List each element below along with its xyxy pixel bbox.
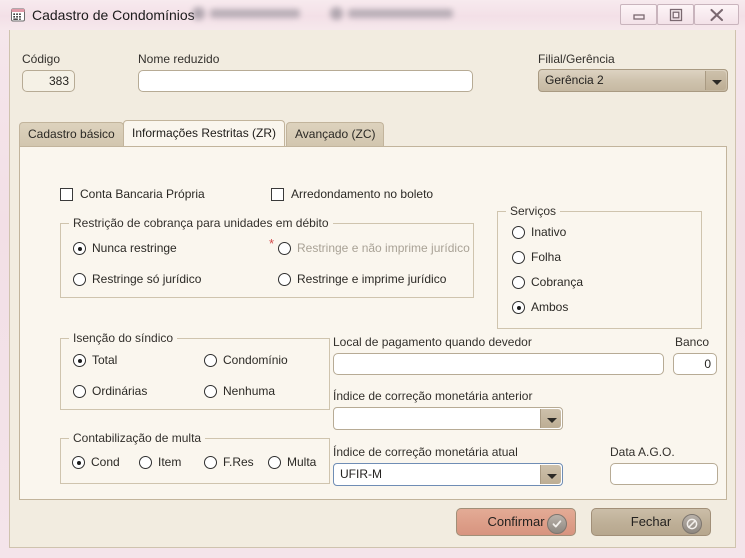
groupbox-title: Serviços	[506, 204, 561, 218]
indice-anterior-select[interactable]	[333, 407, 563, 430]
indice-atual-label: Índice de correção monetária atual	[333, 445, 518, 459]
tab-label: Informações Restritas (ZR)	[132, 126, 277, 140]
redacted-titlebar-item-1	[192, 4, 307, 24]
required-marker-icon: *	[269, 236, 275, 251]
title-bar[interactable]: Cadastro de Condomínios	[0, 0, 745, 30]
radio-label: Restringe só jurídico	[92, 272, 202, 286]
radio-label: Restringe e não imprime jurídico	[297, 241, 470, 255]
nome-reduzido-input[interactable]	[138, 70, 473, 92]
grid-app-icon	[10, 7, 26, 23]
radio-circle	[72, 456, 85, 469]
radio-circle	[204, 456, 217, 469]
check-circle-icon	[547, 514, 567, 534]
tab-avancado[interactable]: Avançado (ZC)	[286, 122, 385, 146]
radio-circle	[278, 273, 291, 286]
radio-circle	[512, 226, 525, 239]
radio-circle	[139, 456, 152, 469]
groupbox-restricao-cobranca: Restrição de cobrança para unidades em d…	[60, 216, 474, 298]
groupbox-isencao-sindico: Isenção do síndico Total Condomínio Ordi…	[60, 331, 330, 410]
banco-input[interactable]	[673, 353, 717, 375]
groupbox-title: Isenção do síndico	[69, 331, 178, 345]
dialog-client-area: Código Nome reduzido Filial/Gerência Ger…	[9, 30, 736, 548]
confirmar-button[interactable]: Confirmar	[456, 508, 576, 536]
radio-label: Total	[92, 353, 118, 367]
radio-circle	[73, 354, 86, 367]
radio-circle	[512, 276, 525, 289]
tab-informacoes-restritas[interactable]: Informações Restritas (ZR)	[123, 120, 286, 146]
radio-label: Inativo	[531, 225, 567, 239]
radio-label: Multa	[287, 455, 317, 469]
redacted-titlebar-item-2	[330, 4, 460, 24]
banco-label: Banco	[675, 335, 710, 349]
radio-label: Nenhuma	[223, 384, 276, 398]
chevron-down-icon[interactable]	[705, 71, 726, 90]
codigo-label: Código	[22, 52, 61, 66]
tab-label: Avançado (ZC)	[295, 127, 376, 141]
groupbox-title: Contabilização de multa	[69, 431, 206, 445]
checkbox-label: Arredondamento no boleto	[291, 187, 434, 201]
indice-anterior-label: Índice de correção monetária anterior	[333, 389, 533, 403]
radio-circle	[512, 301, 525, 314]
no-entry-icon	[682, 514, 702, 534]
codigo-input[interactable]	[22, 70, 75, 92]
tab-cadastro-basico[interactable]: Cadastro básico	[19, 122, 124, 146]
radio-label: Folha	[531, 250, 562, 264]
confirmar-label: Confirmar	[487, 514, 545, 529]
radio-circle	[278, 242, 291, 255]
checkbox-box	[271, 188, 284, 201]
groupbox-servicos: Serviços Inativo Folha Cobrança Ambos	[497, 204, 702, 329]
indice-atual-select[interactable]: UFIR-M	[333, 463, 563, 486]
radio-circle	[204, 385, 217, 398]
data-ago-label: Data A.G.O.	[610, 445, 675, 459]
tab-label: Cadastro básico	[28, 127, 115, 141]
nome-reduzido-label: Nome reduzido	[138, 52, 220, 66]
radio-label: Nunca restringe	[92, 241, 177, 255]
filial-gerencia-select[interactable]: Gerência 2	[538, 69, 728, 92]
radio-circle	[512, 251, 525, 264]
radio-circle	[268, 456, 281, 469]
fechar-label: Fechar	[630, 514, 672, 529]
groupbox-title: Restrição de cobrança para unidades em d…	[69, 216, 333, 230]
local-pagamento-input[interactable]	[333, 353, 664, 375]
radio-label: Ordinárias	[92, 384, 148, 398]
radio-circle	[73, 242, 86, 255]
window-title: Cadastro de Condomínios	[32, 7, 195, 23]
tab-panel-informacoes-restritas: Conta Bancaria Própria Arredondamento no…	[19, 146, 727, 500]
indice-atual-value: UFIR-M	[340, 467, 382, 481]
radio-circle	[204, 354, 217, 367]
radio-label: F.Res	[223, 455, 254, 469]
radio-label: Item	[158, 455, 182, 469]
close-icon[interactable]	[694, 4, 739, 25]
radio-label: Cobrança	[531, 275, 584, 289]
restore-icon[interactable]	[657, 4, 694, 25]
radio-circle	[73, 385, 86, 398]
data-ago-input[interactable]	[610, 463, 718, 485]
filial-gerencia-label: Filial/Gerência	[538, 52, 615, 66]
minimize-icon[interactable]	[620, 4, 657, 25]
radio-label: Ambos	[531, 300, 569, 314]
radio-circle	[73, 273, 86, 286]
checkbox-label: Conta Bancaria Própria	[80, 187, 205, 201]
checkbox-box	[60, 188, 73, 201]
radio-label: Cond	[91, 455, 120, 469]
chevron-down-icon[interactable]	[540, 465, 561, 484]
local-pagamento-label: Local de pagamento quando devedor	[333, 335, 532, 349]
radio-label: Restringe e imprime jurídico	[297, 272, 447, 286]
application-window: Cadastro de Condomínios Código Nome redu…	[0, 0, 745, 558]
radio-label: Condomínio	[223, 353, 288, 367]
chevron-down-icon[interactable]	[540, 409, 561, 428]
filial-gerencia-value: Gerência 2	[545, 73, 604, 87]
groupbox-contabilizacao-multa: Contabilização de multa Cond Item F.Res …	[60, 431, 330, 484]
fechar-button[interactable]: Fechar	[591, 508, 711, 536]
